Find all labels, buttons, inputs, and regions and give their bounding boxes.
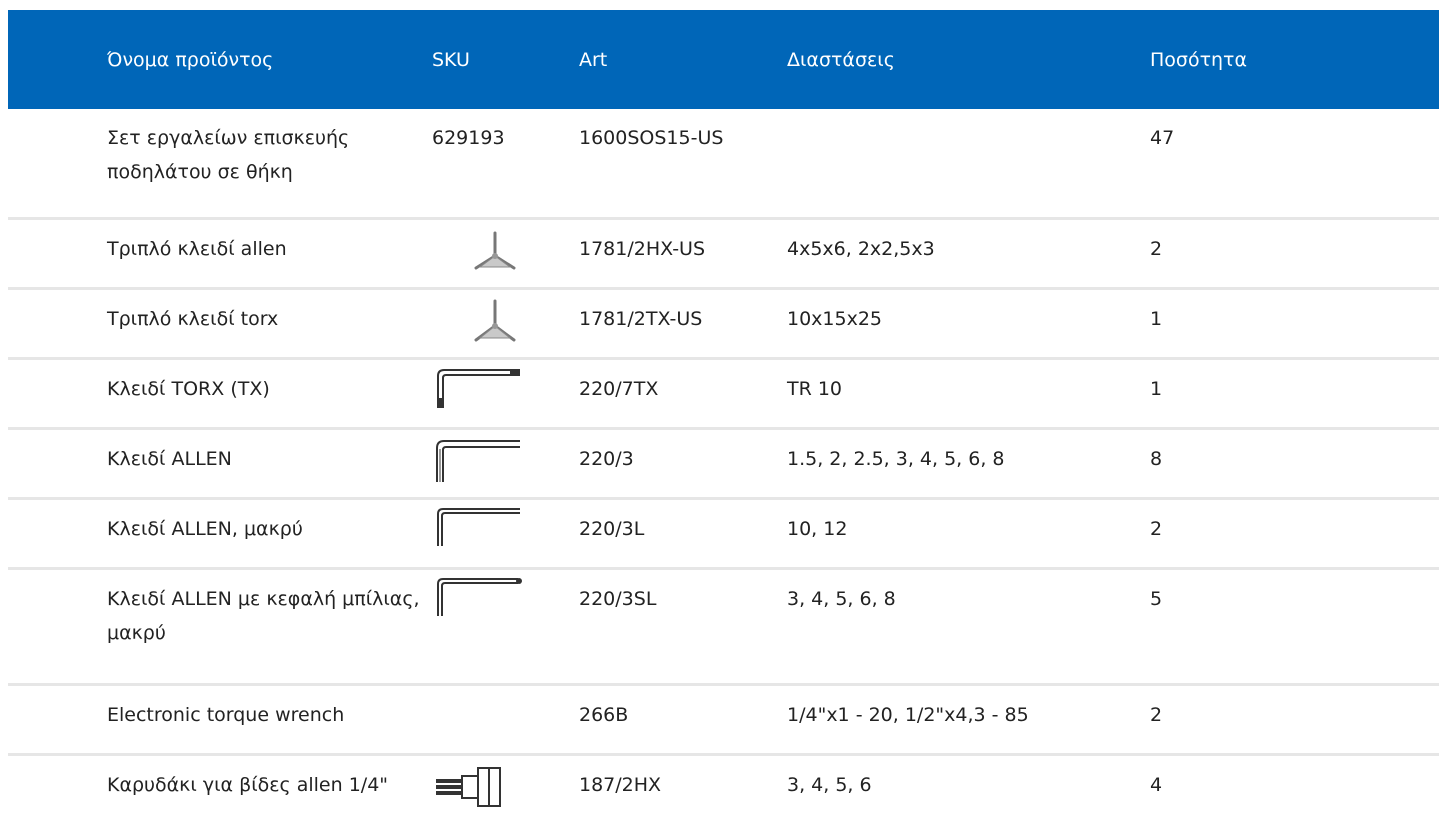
l-torx-key-icon [437,368,520,408]
product-table: Όνομα προϊόντος SKU Art Διαστάσεις Ποσότ… [8,10,1439,814]
hex-bit-socket-icon [436,766,501,807]
product-quantity: 2 [1150,684,1439,756]
l-hex-key-long-icon [437,507,520,546]
table-row: Τριπλό κλειδί torx 1781/2TX-US 10x15x25 … [8,288,1439,360]
product-name: Καρυδάκι για βίδες allen 1/4" [107,773,389,796]
product-sku-image [432,218,579,290]
l-ball-hex-key-icon [437,577,522,616]
product-sku: 629193 [432,109,579,220]
product-quantity: 5 [1150,568,1439,686]
header-row: Όνομα προϊόντος SKU Art Διαστάσεις Ποσότ… [8,10,1439,109]
table-row: Καρυδάκι για βίδες allen 1/4" 187/2HX 3,… [8,754,1439,814]
table-row: Κλειδί ALLEN με κεφαλή μπίλιας, μακρύ 22… [8,568,1439,686]
product-name: Κλειδί ALLEN [8,428,432,500]
product-art: 187/2HX [579,773,662,796]
table-row: Σετ εργαλείων επισκευής ποδηλάτου σε θήκ… [8,109,1439,220]
header-sku: SKU [432,48,470,71]
product-name: Κλειδί ALLEN, μακρύ [8,498,432,570]
table-header: Όνομα προϊόντος SKU Art Διαστάσεις Ποσότ… [8,10,1439,109]
product-dimensions: 4x5x6, 2x2,5x3 [787,218,1150,290]
product-quantity: 2 [1150,498,1439,570]
product-name: Σετ εργαλείων επισκευής ποδηλάτου σε θήκ… [8,109,432,220]
product-art: 1781/2HX-US [579,218,787,290]
product-art: 220/3SL [579,568,787,686]
table-row: Κλειδί TORX (TX) 220/7TX TR 10 1 [8,358,1439,430]
product-art: 220/3 [579,428,787,500]
product-name: Τριπλό κλειδί allen [8,218,432,290]
product-quantity: 2 [1150,218,1439,290]
product-quantity: 4 [1150,773,1163,796]
product-name: Κλειδί TORX (TX) [8,358,432,430]
product-quantity: 1 [1150,358,1439,430]
header-dimensions: Διαστάσεις [787,48,895,71]
product-sku [432,684,579,756]
product-sku-image [432,568,579,686]
product-dimensions: 3, 4, 5, 6, 8 [787,568,1150,686]
product-dimensions: TR 10 [787,358,1150,430]
product-art: 266B [579,684,787,756]
product-art: 1781/2TX-US [579,288,787,360]
product-sku-image [432,358,579,430]
table-row: Κλειδί ALLEN 220/3 1.5, 2, 2.5, 3, 4, 5,… [8,428,1439,500]
product-name: Electronic torque wrench [8,684,432,756]
header-quantity: Ποσότητα [1150,48,1248,71]
product-art: 1600SOS15-US [579,109,787,220]
product-dimensions: 1.5, 2, 2.5, 3, 4, 5, 6, 8 [787,428,1150,500]
table-row: Κλειδί ALLEN, μακρύ 220/3L 10, 12 2 [8,498,1439,570]
product-table-container: Όνομα προϊόντος SKU Art Διαστάσεις Ποσότ… [8,10,1439,814]
product-dimensions: 10x15x25 [787,288,1150,360]
product-art: 220/3L [579,498,787,570]
product-name: Τριπλό κλειδί torx [8,288,432,360]
product-dimensions: 3, 4, 5, 6 [787,773,872,796]
table-row: Τριπλό κλειδί allen 1781/2HX-US 4x5x6, 2… [8,218,1439,290]
table-body: Σετ εργαλείων επισκευής ποδηλάτου σε θήκ… [8,109,1439,814]
header-name: Όνομα προϊόντος [107,48,274,71]
product-quantity: 1 [1150,288,1439,360]
product-sku-image [432,498,579,570]
product-sku-image [432,428,579,500]
product-name: Κλειδί ALLEN με κεφαλή μπίλιας, μακρύ [8,568,432,686]
y-hex-key-icon [474,231,516,269]
header-art: Art [579,48,608,71]
y-torx-key-icon [474,299,516,341]
product-quantity: 8 [1150,428,1439,500]
l-hex-key-icon [436,439,520,482]
product-dimensions [787,109,1150,220]
product-quantity: 47 [1150,109,1439,220]
product-sku-image [432,288,579,360]
product-dimensions: 10, 12 [787,498,1150,570]
table-row: Electronic torque wrench 266B 1/4"x1 - 2… [8,684,1439,756]
product-dimensions: 1/4"x1 - 20, 1/2"x4,3 - 85 [787,684,1150,756]
product-sku-image [432,754,579,814]
product-art: 220/7TX [579,358,787,430]
